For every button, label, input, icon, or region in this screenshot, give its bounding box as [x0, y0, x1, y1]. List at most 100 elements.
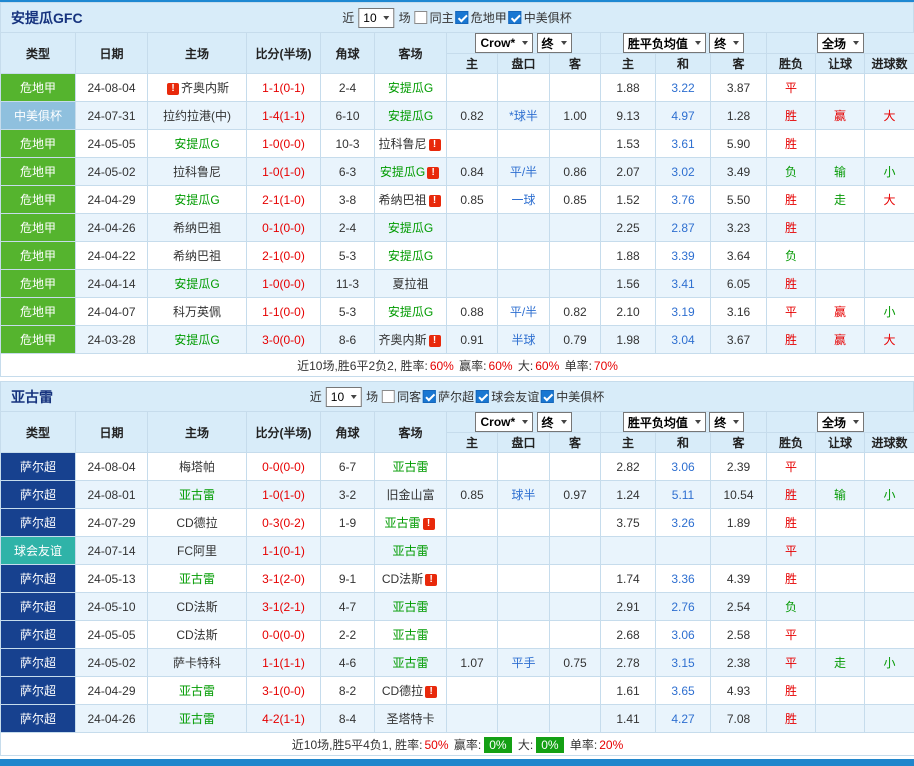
- team-name: 旧金山富: [386, 488, 434, 502]
- odds-away-cell: [550, 130, 601, 158]
- col-let: 让球: [816, 54, 865, 74]
- avg-away-cell: 1.89: [711, 509, 767, 537]
- result-cell: 平: [767, 537, 816, 565]
- avg-away-cell: 5.90: [711, 130, 767, 158]
- odds-home-cell: [447, 705, 498, 733]
- odds-away-cell: [550, 621, 601, 649]
- score-cell: 3-0(0-0): [247, 326, 321, 354]
- odds-away-cell: [550, 453, 601, 481]
- avg-home-cell: 1.98: [601, 326, 656, 354]
- result-cell: 平: [767, 649, 816, 677]
- checkbox-label: 萨尔超: [438, 388, 474, 405]
- checkbox-icon[interactable]: [541, 390, 554, 403]
- odds-final-select[interactable]: 终: [537, 33, 572, 53]
- avg-final-select[interactable]: 终: [709, 33, 744, 53]
- result-cell: 平: [767, 621, 816, 649]
- result-cell: 胜: [767, 326, 816, 354]
- col-home: 主场: [148, 412, 247, 453]
- goals-result-cell: [865, 130, 914, 158]
- date-cell: 24-08-01: [76, 481, 148, 509]
- match-count-select[interactable]: 10: [326, 387, 362, 407]
- match-count-select[interactable]: 10: [358, 8, 394, 28]
- odds-home-cell: 0.84: [447, 158, 498, 186]
- handicap-result-cell: 赢: [816, 326, 865, 354]
- filter-checkbox[interactable]: 球会友谊: [476, 388, 539, 405]
- filter-checkbox[interactable]: 同主: [415, 9, 454, 26]
- handicap-result-cell: [816, 242, 865, 270]
- col-avg-away: 客: [711, 54, 767, 74]
- score-cell: 1-0(0-0): [247, 130, 321, 158]
- summary-text: 大:: [515, 359, 534, 373]
- handicap-cell: [498, 74, 550, 102]
- checkbox-icon[interactable]: [423, 390, 436, 403]
- odds-away-cell: 0.79: [550, 326, 601, 354]
- corner-cell: 3-2: [321, 481, 375, 509]
- goals-result-cell: [865, 537, 914, 565]
- team-section-yagure: 亚古雷 近 10 场 同客萨尔超球会友谊中美俱杯 类型 日期 主场 比分(半场)…: [0, 381, 914, 756]
- summary-text: 单率:: [567, 738, 598, 752]
- team-name: CD德拉: [382, 684, 423, 698]
- handicap-result-cell: 赢: [816, 298, 865, 326]
- col-avg-draw: 和: [656, 54, 711, 74]
- avg-select[interactable]: 胜平负均值: [623, 412, 706, 432]
- score-cell: 4-2(1-1): [247, 705, 321, 733]
- match-row: 萨尔超24-05-02萨卡特科1-1(1-1)4-6亚古雷1.07平手0.752…: [1, 649, 914, 677]
- handicap-result-cell: [816, 565, 865, 593]
- date-cell: 24-07-29: [76, 509, 148, 537]
- avg-home-cell: 1.41: [601, 705, 656, 733]
- handicap-result-cell: [816, 270, 865, 298]
- avg-draw-cell: [656, 537, 711, 565]
- match-row: 萨尔超24-05-13亚古雷3-1(2-0)9-1CD法斯!1.743.364.…: [1, 565, 914, 593]
- filter-checkbox[interactable]: 中美俱杯: [541, 388, 604, 405]
- avg-draw-cell: 3.19: [656, 298, 711, 326]
- date-cell: 24-04-14: [76, 270, 148, 298]
- score-cell: 1-1(0-0): [247, 298, 321, 326]
- checkbox-label: 危地甲: [471, 9, 507, 26]
- avg-draw-cell: 3.26: [656, 509, 711, 537]
- odds-final-select[interactable]: 终: [537, 412, 572, 432]
- team-name: 齐奥内斯: [378, 333, 426, 347]
- filter-checkbox[interactable]: 危地甲: [456, 9, 507, 26]
- avg-home-cell: 2.82: [601, 453, 656, 481]
- match-row: 萨尔超24-08-01亚古雷1-0(1-0)3-2旧金山富0.85球半0.971…: [1, 481, 914, 509]
- checkbox-icon[interactable]: [456, 11, 469, 24]
- chevron-down-icon: [522, 420, 528, 424]
- handicap-cell: *球半: [498, 102, 550, 130]
- odds-group-header: Crow* 终: [447, 33, 601, 54]
- handicap-cell: [498, 453, 550, 481]
- league-cell: 萨尔超: [1, 593, 76, 621]
- date-cell: 24-07-31: [76, 102, 148, 130]
- team-name: 亚古雷: [392, 656, 428, 670]
- away-team-cell: 圣塔特卡: [375, 705, 447, 733]
- scope-select[interactable]: 全场: [817, 412, 864, 432]
- checkbox-icon[interactable]: [382, 390, 395, 403]
- team-name: 希纳巴祖: [378, 193, 426, 207]
- avg-select[interactable]: 胜平负均值: [623, 33, 706, 53]
- handicap-cell: [498, 677, 550, 705]
- goals-result-cell: [865, 242, 914, 270]
- odds-away-cell: [550, 593, 601, 621]
- bottom-bar: [0, 759, 914, 766]
- checkbox-icon[interactable]: [509, 11, 522, 24]
- odds-source-select[interactable]: Crow*: [475, 33, 533, 53]
- checkbox-icon[interactable]: [476, 390, 489, 403]
- league-cell: 中美俱杯: [1, 102, 76, 130]
- handicap-result-cell: [816, 74, 865, 102]
- scope-select[interactable]: 全场: [817, 33, 864, 53]
- avg-away-cell: 3.23: [711, 214, 767, 242]
- odds-away-cell: [550, 677, 601, 705]
- filter-checkbox[interactable]: 中美俱杯: [509, 9, 572, 26]
- home-team-cell: 希纳巴祖: [148, 242, 247, 270]
- avg-draw-cell: 3.76: [656, 186, 711, 214]
- filter-checkbox[interactable]: 萨尔超: [423, 388, 474, 405]
- checkbox-icon[interactable]: [415, 11, 428, 24]
- team-name: CD法斯: [382, 572, 423, 586]
- alert-icon: !: [425, 574, 437, 586]
- filter-checkbox[interactable]: 同客: [382, 388, 421, 405]
- odds-source-select[interactable]: Crow*: [475, 412, 533, 432]
- league-cell: 萨尔超: [1, 621, 76, 649]
- avg-final-select[interactable]: 终: [709, 412, 744, 432]
- result-cell: 胜: [767, 214, 816, 242]
- avg-away-cell: 3.16: [711, 298, 767, 326]
- score-cell: 0-0(0-0): [247, 621, 321, 649]
